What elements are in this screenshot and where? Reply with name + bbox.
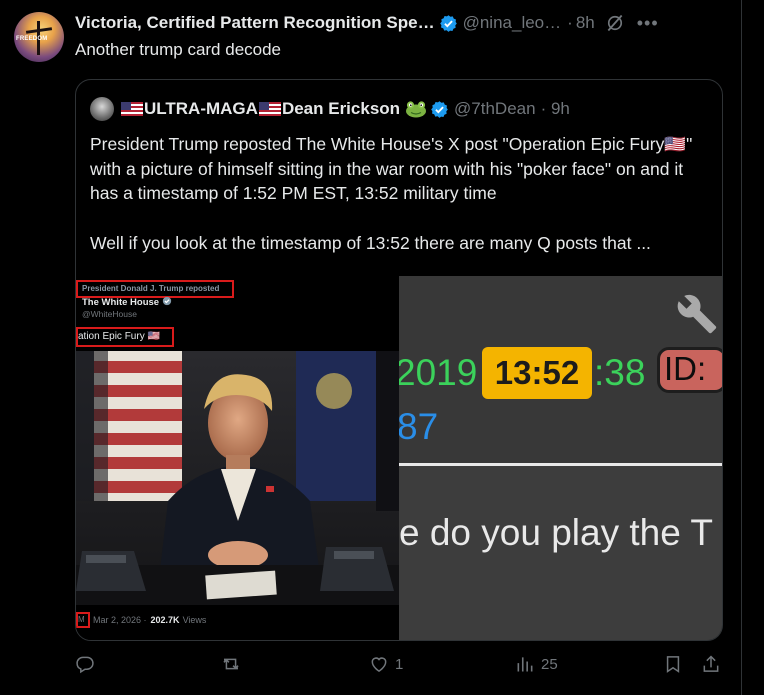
footer-date: Mar 2, 2026 ·: [93, 615, 147, 625]
author-avatar[interactable]: FREEDOM: [14, 12, 64, 62]
repost-button[interactable]: [221, 654, 247, 674]
grok-icon[interactable]: [605, 13, 625, 33]
post-title-highlight: ation Epic Fury 🇺🇸: [76, 327, 174, 347]
screenshot-footer: M Mar 2, 2026 · 202.7K Views: [76, 612, 206, 628]
time-highlight: M: [76, 612, 90, 628]
like-count: 1: [395, 655, 404, 673]
us-flag-icon: [121, 102, 143, 116]
quoted-author-handle[interactable]: @7thDean: [454, 99, 536, 119]
column-divider: [741, 0, 742, 695]
war-room-photo: [76, 351, 399, 605]
quoted-post-header: ULTRA-MAGA Dean Erickson @7thDean · 9h: [90, 97, 570, 121]
author-handle[interactable]: @nina_leo…: [463, 13, 562, 33]
us-flag-icon: [258, 102, 281, 116]
q-seconds: :38: [594, 352, 646, 393]
verified-badge-icon[interactable]: [439, 14, 458, 33]
reply-icon: [76, 656, 94, 674]
heart-icon: [371, 657, 387, 672]
avatar-label: FREEDOM: [16, 36, 48, 42]
bookmark-button[interactable]: [663, 654, 683, 674]
views-count: 25: [541, 655, 558, 673]
post-timestamp[interactable]: 8h: [576, 13, 595, 33]
whitehouse-name-text: The White House: [82, 297, 160, 308]
q-body-text: e do you play the T: [399, 512, 714, 553]
quoted-author-name-part2[interactable]: Dean Erickson: [282, 99, 400, 119]
more-options-icon[interactable]: •••: [637, 13, 659, 34]
like-button[interactable]: 1: [369, 654, 403, 674]
reply-button[interactable]: [75, 654, 101, 674]
verified-badge-icon[interactable]: [430, 100, 449, 119]
frog-emoji-icon: [406, 101, 427, 118]
footer-views-label: Views: [182, 615, 207, 625]
wrench-icon: [677, 294, 717, 334]
bookmark-icon: [666, 656, 680, 673]
gray-verified-icon: [162, 296, 171, 306]
post-header: Victoria, Certified Pattern Recognition …: [75, 12, 735, 34]
quoted-paragraph-1: President Trump reposted The White House…: [90, 134, 693, 203]
action-bar: 1 25: [75, 654, 735, 678]
author-name[interactable]: Victoria, Certified Pattern Recognition …: [75, 13, 435, 33]
share-button[interactable]: [701, 654, 721, 674]
repost-icon: [223, 658, 239, 670]
q-number-fragment: 87: [399, 406, 439, 447]
separator-dot: ·: [567, 13, 573, 32]
footer-views-count: 202.7K: [150, 615, 180, 625]
post-text: Another trump card decode: [75, 40, 282, 59]
media-right-screenshot[interactable]: 2019 13:52 :38 ID: 87 e do you play the …: [399, 276, 722, 640]
views-button[interactable]: 25: [515, 654, 558, 674]
q-id-label: ID:: [664, 350, 707, 387]
quoted-media[interactable]: President Donald J. Trump reposted The W…: [76, 276, 722, 640]
quoted-post[interactable]: ULTRA-MAGA Dean Erickson @7thDean · 9h P…: [75, 79, 723, 641]
q-date-fragment: 2019: [399, 352, 478, 393]
analytics-icon: [517, 657, 533, 672]
quoted-author-avatar[interactable]: [90, 97, 114, 121]
quoted-author-name-part1[interactable]: ULTRA-MAGA: [144, 99, 258, 119]
quoted-post-text: President Trump reposted The White House…: [90, 132, 710, 255]
quoted-paragraph-2: Well if you look at the timestamp of 13:…: [90, 232, 651, 253]
media-left-screenshot[interactable]: President Donald J. Trump reposted The W…: [76, 276, 399, 640]
share-icon: [703, 655, 719, 672]
whitehouse-handle: @WhiteHouse: [82, 309, 137, 319]
whitehouse-name: The White House: [82, 296, 172, 308]
q-time: 13:52: [494, 354, 580, 391]
quoted-post-time[interactable]: · 9h: [541, 99, 570, 119]
